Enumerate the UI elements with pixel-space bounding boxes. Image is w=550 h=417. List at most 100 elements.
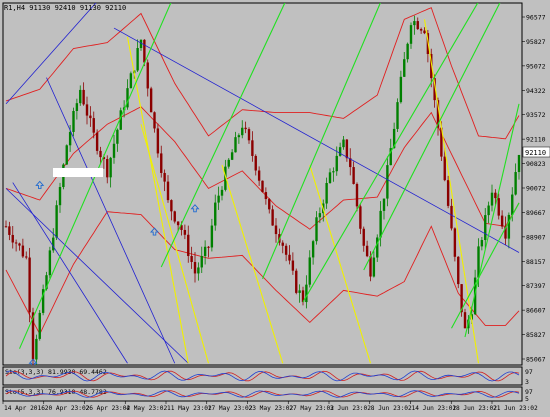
candle-body	[295, 270, 298, 293]
price-label-box	[53, 168, 103, 177]
chart-header: R1,H4 91130 92410 91130 92110	[4, 4, 126, 12]
candle-body	[274, 225, 278, 235]
price-tick-label: 86607	[526, 307, 546, 315]
candle-body	[21, 245, 25, 257]
time-tick-label: 3 Jun 23:02	[330, 405, 371, 412]
candle-body	[264, 192, 268, 200]
candle-body	[376, 237, 379, 258]
candle-body	[143, 39, 146, 63]
candle-body	[58, 187, 62, 206]
bull-candle	[65, 144, 68, 165]
candle-body	[514, 172, 517, 195]
price-chart[interactable]: R1,H4 91130 92410 91130 92110 96577 95827…	[0, 0, 550, 413]
candle-body	[507, 214, 511, 239]
candle-body	[413, 21, 416, 26]
time-tick-label: 18 Jun 23:02	[452, 405, 497, 412]
candle-body	[453, 228, 457, 257]
candle-body	[52, 237, 55, 251]
candle-body	[406, 43, 409, 60]
candle-body	[332, 171, 335, 173]
candle-body	[230, 152, 234, 160]
candle-body	[463, 312, 467, 329]
candle-body	[254, 155, 257, 171]
candle-body	[183, 229, 187, 235]
candle-body	[106, 159, 109, 178]
bear-candle	[28, 247, 31, 323]
candle-body	[116, 129, 119, 144]
bull-candle	[41, 284, 45, 316]
candle-body	[500, 215, 504, 227]
price-tick-label: 95827	[526, 38, 546, 46]
candle-body	[55, 205, 58, 238]
stochastic-1-scale-top: 97	[525, 368, 533, 376]
candle-body	[484, 215, 487, 241]
stochastic-window-1[interactable]: Sto(3,3,3) 81.9930 69.4462 97 3	[2, 366, 533, 386]
price-tick-label: 90072	[526, 185, 546, 193]
candle-body	[173, 211, 176, 222]
stochastic-1-scale-bottom: 3	[525, 378, 529, 386]
candle-body	[200, 256, 203, 268]
candle-body	[82, 89, 85, 105]
candle-body	[284, 245, 288, 255]
candle-body	[136, 48, 139, 71]
bull-candle	[55, 200, 58, 241]
candle-body	[517, 154, 521, 173]
candle-body	[92, 118, 95, 133]
price-tick-label: 89667	[526, 209, 546, 217]
candle-body	[247, 129, 251, 141]
candle-body	[359, 206, 362, 229]
candle-body	[399, 76, 403, 103]
candle-body	[251, 140, 254, 156]
candle-body	[291, 260, 295, 271]
candle-body	[25, 256, 28, 258]
bear-candle	[457, 256, 460, 289]
candle-body	[257, 170, 261, 181]
candle-body	[403, 59, 406, 77]
candle-body	[38, 312, 41, 339]
price-tick-label: 94322	[526, 87, 546, 95]
time-tick-label: 11 May 23:02	[167, 405, 212, 412]
candle-body	[163, 172, 166, 182]
bear-candle	[446, 175, 450, 209]
price-tick-label: 87397	[526, 282, 546, 290]
candle-body	[298, 290, 301, 293]
candle-body	[244, 127, 247, 130]
candle-body	[48, 250, 52, 276]
time-tick-label: 17 May 23:02	[208, 405, 253, 412]
time-tick-label: 21 Jun 23:02	[493, 405, 538, 412]
candle-body	[170, 200, 173, 212]
candle-body	[11, 234, 14, 243]
candle-body	[220, 189, 224, 196]
candle-body	[446, 180, 450, 206]
candle-body	[315, 217, 318, 242]
time-tick-label: 20 Apr 23:02	[45, 405, 90, 412]
candle-body	[365, 245, 369, 257]
candle-body	[480, 240, 484, 247]
stochastic-window-2[interactable]: Sto(5,3,3) 76.9310 48.7782 97 5	[2, 386, 533, 403]
bear-candle	[295, 268, 298, 295]
candle-body	[4, 226, 8, 228]
candle-body	[419, 29, 423, 31]
candle-body	[85, 104, 89, 116]
price-tick-label: 88157	[526, 258, 546, 266]
candle-body	[8, 226, 11, 235]
candle-body	[237, 135, 241, 138]
candle-body	[234, 137, 237, 153]
candle-body	[497, 198, 500, 216]
candle-body	[335, 155, 338, 172]
candle-body	[109, 157, 112, 178]
candle-body	[28, 257, 31, 313]
candle-body	[281, 242, 284, 246]
candle-body	[318, 213, 322, 218]
price-tick-label: 88907	[526, 233, 546, 241]
candle-body	[72, 110, 75, 132]
chart-background	[0, 0, 550, 413]
candle-body	[193, 261, 197, 274]
candle-body	[210, 225, 214, 248]
price-tick-label: 85067	[526, 356, 546, 364]
candle-body	[89, 115, 92, 119]
chart-window[interactable]: R1,H4 91130 92410 91130 92110 96577 95827…	[0, 0, 550, 413]
candle-body	[372, 257, 376, 277]
current-price-tag: 92110	[522, 146, 550, 158]
candle-body	[14, 242, 18, 244]
